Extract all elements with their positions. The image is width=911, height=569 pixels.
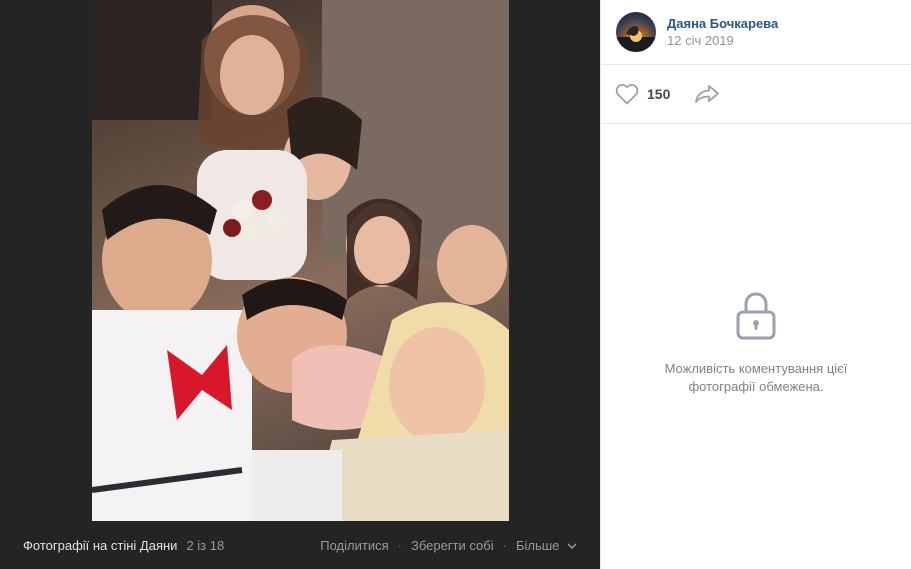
save-link[interactable]: Зберегти собі bbox=[411, 538, 494, 553]
author-avatar[interactable] bbox=[616, 12, 656, 52]
group-selfie-photo[interactable] bbox=[92, 0, 509, 521]
comments-locked-notice: Можливість коментування цієї фотографії … bbox=[601, 290, 911, 396]
action-separator: · bbox=[397, 537, 402, 553]
share-link[interactable]: Поділитися bbox=[320, 538, 388, 553]
photo-counter: 2 із 18 bbox=[186, 537, 225, 553]
comments-locked-text: Можливість коментування цієї фотографії … bbox=[664, 361, 848, 394]
more-menu-button[interactable]: Більше bbox=[516, 538, 577, 553]
like-count: 150 bbox=[647, 86, 671, 102]
more-label: Більше bbox=[515, 537, 560, 553]
photo-bottom-bar: Фотографії на стіні Даяни 2 із 18 Поділи… bbox=[0, 521, 600, 569]
album-info: Фотографії на стіні Даяни 2 із 18 bbox=[23, 538, 224, 553]
share-arrow-icon bbox=[695, 85, 720, 103]
post-date[interactable]: 12 січ 2019 bbox=[667, 32, 778, 50]
reactions-row: 150 bbox=[601, 65, 911, 124]
action-separator: · bbox=[502, 537, 507, 553]
heart-outline-icon bbox=[615, 83, 639, 105]
post-side-panel: Даяна Бочкарева 12 січ 2019 150 Можливіс… bbox=[600, 0, 911, 569]
photo-viewer: Фотографії на стіні Даяни 2 із 18 Поділи… bbox=[0, 0, 600, 569]
chevron-down-icon bbox=[567, 543, 577, 550]
author-name-link[interactable]: Даяна Бочкарева bbox=[667, 15, 778, 32]
photo-content bbox=[92, 0, 509, 521]
share-button[interactable] bbox=[694, 84, 720, 104]
photo-actions: Поділитися · Зберегти собі · Більше bbox=[320, 538, 577, 553]
album-title-link[interactable]: Фотографії на стіні Даяни bbox=[23, 538, 177, 553]
post-header: Даяна Бочкарева 12 січ 2019 bbox=[601, 0, 911, 65]
lock-icon bbox=[736, 292, 776, 340]
author-block: Даяна Бочкарева 12 січ 2019 bbox=[667, 15, 778, 50]
avatar-image bbox=[616, 26, 656, 52]
like-button[interactable]: 150 bbox=[615, 83, 670, 105]
